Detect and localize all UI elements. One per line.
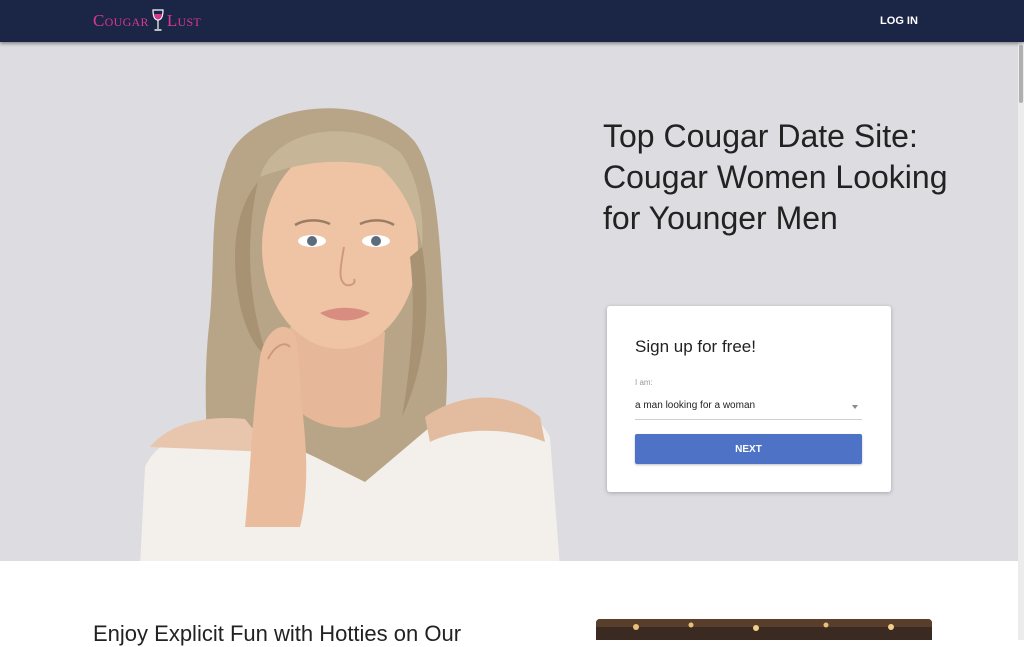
gender-select-value: a man looking for a woman [635, 400, 756, 411]
gender-select[interactable]: a man looking for a woman [635, 395, 862, 420]
signup-title: Sign up for free! [635, 337, 756, 356]
scrollbar-thumb[interactable] [1019, 45, 1023, 103]
caret-down-icon [852, 405, 858, 409]
hero-woman-photo [140, 108, 560, 561]
logo-text-right: Lust [166, 11, 202, 30]
top-navbar: Cougar Lust LOG IN [0, 0, 1024, 42]
page-scrollbar[interactable] [1018, 42, 1024, 640]
site-logo[interactable]: Cougar Lust [93, 9, 201, 33]
hero-section: Top Cougar Date Site: Cougar Women Looki… [0, 42, 1024, 561]
wine-glass-icon [152, 9, 164, 31]
logo-text-left: Cougar [93, 11, 149, 30]
signup-card: Sign up for free! I am: a man looking fo… [607, 306, 891, 492]
section-heading: Enjoy Explicit Fun with Hotties on Our [93, 621, 462, 646]
login-link[interactable]: LOG IN [870, 8, 928, 34]
section-photo [596, 619, 932, 640]
gender-field-label: I am: [635, 378, 653, 387]
hero-headline: Top Cougar Date Site: Cougar Women Looki… [603, 118, 948, 236]
next-button[interactable]: NEXT [635, 434, 862, 464]
